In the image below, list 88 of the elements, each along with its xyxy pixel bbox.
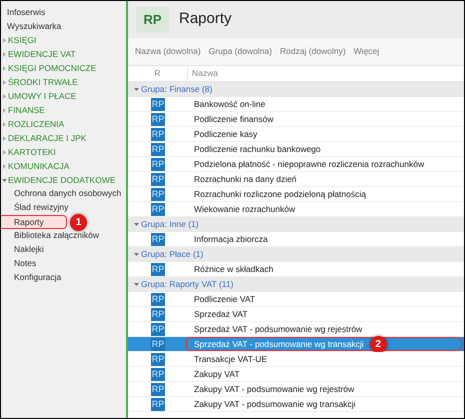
report-icon: RP xyxy=(151,398,165,410)
sidebar-link[interactable]: Infoserwis xyxy=(7,6,46,18)
table-cell-text: Wiekowanie rozrachunków xyxy=(193,202,296,216)
report-icon: RP xyxy=(151,202,165,216)
table-row[interactable]: RP Rozrachunki na dany dzień xyxy=(128,172,464,187)
table-cell-text: Podzielona płatność - niepoprawne rozliczenia rozrachunków xyxy=(193,158,424,170)
report-icon: RP xyxy=(151,158,165,170)
table-cell-text: Podliczenie finansów xyxy=(193,112,274,126)
table-row[interactable]: RP Różnice w składkach xyxy=(128,262,464,277)
callout-badge: 1 xyxy=(70,214,87,230)
sidebar-section[interactable]: KARTOTEKI xyxy=(8,146,56,158)
sidebar-item[interactable]: Raporty xyxy=(1,215,67,229)
table-cell-text: Bankowość on-line xyxy=(193,98,266,110)
table-cell-text: Rozrachunki na dany dzień xyxy=(193,172,297,186)
report-icon: RP xyxy=(151,128,165,140)
filter-link[interactable]: Rodzaj (dowolny) xyxy=(280,45,346,58)
sidebar-section[interactable]: EWIDENCJE VAT xyxy=(8,48,76,60)
sidebar-section[interactable]: KSIĘGI xyxy=(8,34,36,46)
report-icon: RP xyxy=(151,112,165,126)
report-icon: RP xyxy=(151,188,165,200)
sidebar-item[interactable]: Notes xyxy=(1,257,36,271)
sidebar-section[interactable]: KOMUNIKACJA xyxy=(8,160,70,172)
filter-link[interactable]: Nazwa (dowolna) xyxy=(135,45,201,58)
report-icon: RP xyxy=(151,382,165,396)
sidebar-item[interactable]: Naklejki xyxy=(1,243,44,257)
sidebar-item[interactable]: Ochrona danych osobowych xyxy=(1,187,122,201)
sidebar-section[interactable]: EWIDENCJE DODATKOWE xyxy=(8,174,116,186)
report-icon: RP xyxy=(151,322,165,336)
table-row[interactable]: RP Transakcje VAT-UE xyxy=(128,352,464,367)
table-cell-text: Sprzedaż VAT - podsumowanie wg transakcji xyxy=(193,338,364,350)
table-row[interactable]: RP Zakupy VAT xyxy=(128,367,464,382)
table-cell-text: Transakcje VAT-UE xyxy=(193,352,268,366)
table-cell-text: Różnice w składkach xyxy=(193,262,274,276)
table-cell-text: Rozrachunki rozliczone podzieloną płatnością xyxy=(193,188,366,200)
report-icon: RP xyxy=(151,232,165,246)
table-row[interactable]: RP Wiekowanie rozrachunków xyxy=(128,202,464,217)
sidebar-section[interactable]: ŚRODKI TRWAŁE xyxy=(8,76,78,88)
table-cell-text: Podliczenie kasy xyxy=(193,128,258,140)
table-row[interactable]: RP Podliczenie finansów xyxy=(128,112,464,127)
table-cell-text: Podliczenie VAT xyxy=(193,292,256,306)
sidebar-item[interactable]: Konfiguracja xyxy=(1,271,62,285)
group-row[interactable]: Grupa: Inne (1) xyxy=(128,217,464,232)
table-row[interactable]: RP Zakupy VAT - podsumowanie wg transakcji xyxy=(128,397,464,412)
table-cell-text: Sprzedaż VAT - podsumowanie wg rejestrów xyxy=(193,322,362,336)
table-row[interactable]: RP Sprzedaż VAT xyxy=(128,307,464,322)
report-icon: RP xyxy=(151,172,165,186)
callout-badge: 2 xyxy=(370,336,387,352)
column-header[interactable]: Nazwa xyxy=(188,67,218,80)
report-icon: RP xyxy=(151,142,165,156)
table-row[interactable]: RP Podzielona płatność - niepoprawne rozliczenia rozrachunków xyxy=(128,157,464,172)
column-header[interactable]: R xyxy=(128,67,188,80)
table-row[interactable]: RP Rozrachunki rozliczone podzieloną płatnością xyxy=(128,187,464,202)
table-cell-text: Sprzedaż VAT xyxy=(193,308,248,320)
filter-link[interactable]: Więcej xyxy=(354,45,380,58)
table-row[interactable]: RP Podliczenie rachunku bankowego xyxy=(128,142,464,157)
table-row[interactable]: RP Sprzedaż VAT - podsumowanie wg transakcji 2 xyxy=(128,337,464,352)
module-tile: RP xyxy=(136,6,169,32)
group-row[interactable]: Grupa: Płace (1) xyxy=(128,247,464,262)
sidebar-item[interactable]: Ślad rewizyjny xyxy=(1,201,68,215)
table-row[interactable]: RP Podliczenie VAT xyxy=(128,292,464,307)
table-cell-text: Zakupy VAT - podsumowanie wg rejestrów xyxy=(193,382,354,396)
group-row[interactable]: Grupa: Raporty VAT (11) xyxy=(128,277,464,292)
sidebar-link[interactable]: Wyszukiwarka xyxy=(7,20,62,32)
report-icon: RP xyxy=(151,352,165,366)
table-row[interactable]: RP Bankowość on-line xyxy=(128,97,464,112)
sidebar-section[interactable]: KSIĘGI POMOCNICZE xyxy=(8,62,96,74)
sidebar-section[interactable]: DEKLARACJE I JPK xyxy=(8,132,86,144)
group-row[interactable]: Grupa: Finanse (8) xyxy=(128,82,464,97)
report-icon: RP xyxy=(151,338,165,350)
page-title: Raporty xyxy=(179,9,232,30)
sidebar-section[interactable]: UMOWY I PŁACE xyxy=(8,90,76,102)
table-cell-text: Podliczenie rachunku bankowego xyxy=(193,142,321,156)
sidebar-item[interactable]: Biblioteka załączników xyxy=(1,229,100,243)
table-cell-text: Zakupy VAT - podsumowanie wg transakcji xyxy=(193,398,356,410)
report-icon: RP xyxy=(151,308,165,320)
table-cell-text: Informacja zbiorcza xyxy=(193,232,268,246)
report-icon: RP xyxy=(151,98,165,110)
sidebar-section[interactable]: ROZLICZENIA xyxy=(8,118,64,130)
table-cell-text: Zakupy VAT xyxy=(193,368,240,380)
report-icon: RP xyxy=(151,262,165,276)
filter-link[interactable]: Grupa (dowolna) xyxy=(208,45,272,58)
report-icon: RP xyxy=(151,368,165,380)
table-row[interactable]: RP Podliczenie kasy xyxy=(128,127,464,142)
report-icon: RP xyxy=(151,292,165,306)
table-row[interactable]: RP Sprzedaż VAT - podsumowanie wg rejestrów xyxy=(128,322,464,337)
sidebar-section[interactable]: FINANSE xyxy=(8,104,45,116)
table-row[interactable]: RP Zakupy VAT - podsumowanie wg rejestrów xyxy=(128,382,464,397)
table-row[interactable]: RP Informacja zbiorcza xyxy=(128,232,464,247)
